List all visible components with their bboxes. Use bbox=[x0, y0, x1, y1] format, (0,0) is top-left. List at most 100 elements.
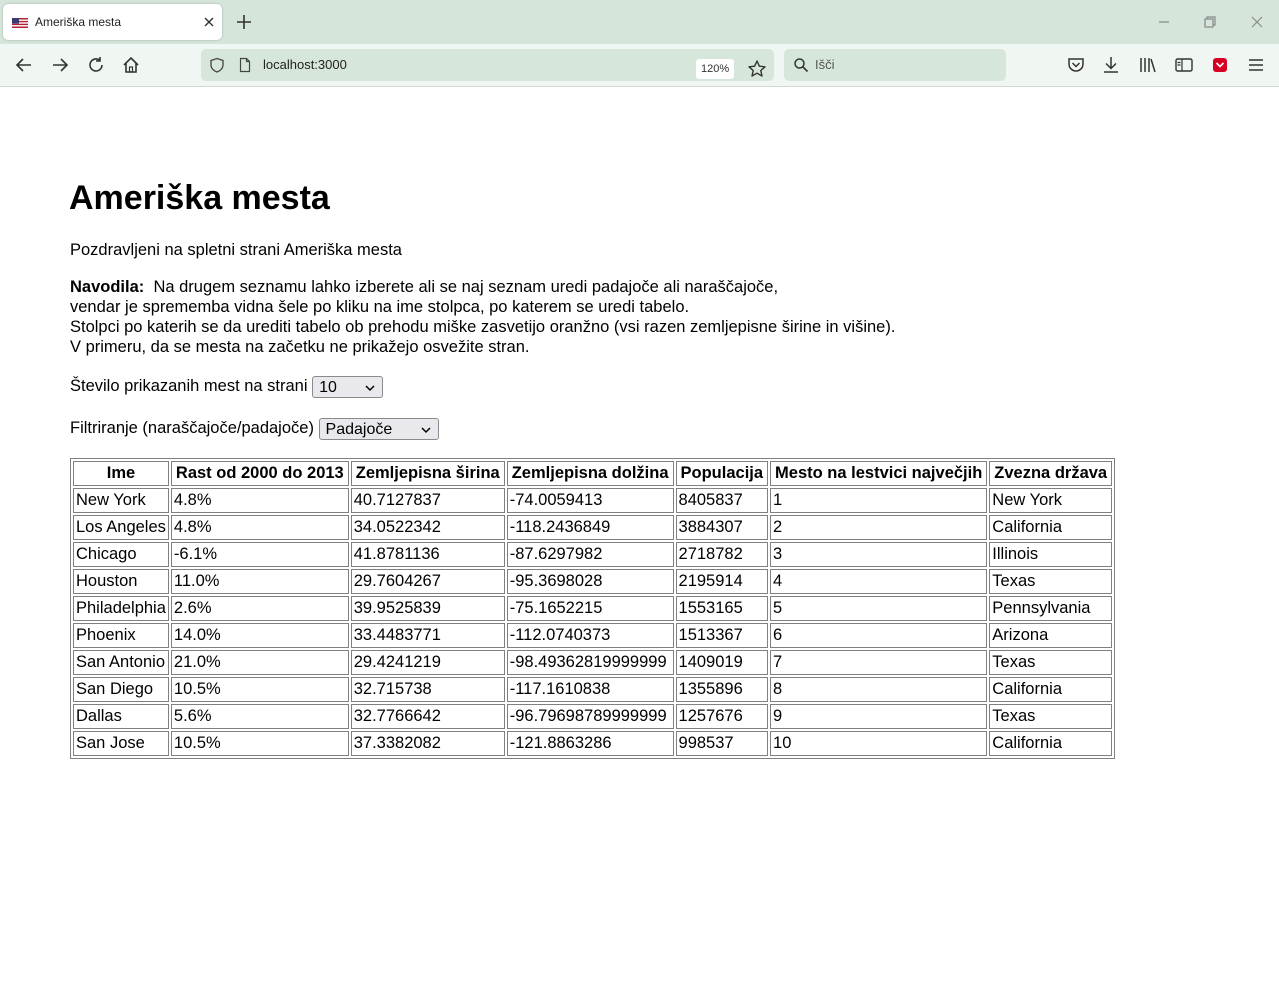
us-flag-icon bbox=[12, 18, 28, 28]
cell-latitude: 29.7604267 bbox=[350, 569, 505, 594]
instructions-line-2: vendar je sprememba vidna šele po kliku … bbox=[70, 298, 690, 316]
cell-state: California bbox=[989, 515, 1113, 540]
search-bar[interactable]: Išči bbox=[784, 49, 1006, 81]
table-body: New York 4.8% 40.7127837 -74.0059413 8405837… bbox=[73, 488, 1113, 756]
library-icon[interactable] bbox=[1137, 54, 1159, 76]
search-input[interactable]: Išči bbox=[815, 57, 835, 73]
cell-population: 1257676 bbox=[675, 704, 769, 729]
cell-growth: 14.0% bbox=[170, 623, 349, 648]
instructions-line-4: V primeru, da se mesta na začetku ne pri… bbox=[70, 338, 530, 356]
reload-icon[interactable] bbox=[85, 54, 107, 76]
cell-longitude: -95.3698028 bbox=[506, 569, 674, 594]
table-header-row: Ime Rast od 2000 do 2013 Zemljepisna šir… bbox=[73, 461, 1113, 486]
cell-growth: 4.8% bbox=[170, 515, 349, 540]
cell-latitude: 33.4483771 bbox=[350, 623, 505, 648]
cell-latitude: 32.715738 bbox=[350, 677, 505, 702]
table-row: Dallas 5.6% 32.7766642 -96.79698789999999 12… bbox=[73, 704, 1113, 729]
chevron-down-icon bbox=[365, 385, 375, 391]
cell-growth: 4.8% bbox=[170, 488, 349, 513]
cell-rank: 8 bbox=[770, 677, 988, 702]
per-page-value: 10 bbox=[319, 378, 337, 396]
browser-tab[interactable]: Ameriška mesta bbox=[3, 4, 222, 40]
table-row: San Antonio 21.0% 29.4241219 -98.4936281999… bbox=[73, 650, 1113, 675]
page-icon[interactable] bbox=[237, 57, 253, 73]
cell-rank: 10 bbox=[770, 731, 988, 756]
home-icon[interactable] bbox=[120, 54, 142, 76]
cell-latitude: 32.7766642 bbox=[350, 704, 505, 729]
cell-latitude: 39.9525839 bbox=[350, 596, 505, 621]
zoom-badge[interactable]: 120% bbox=[696, 59, 735, 79]
cell-state: Illinois bbox=[989, 542, 1113, 567]
welcome-text: Pozdravljeni na spletni strani Ameriška … bbox=[70, 241, 402, 259]
cell-longitude: -74.0059413 bbox=[506, 488, 674, 513]
instructions-label: Navodila: bbox=[70, 278, 145, 296]
cell-name: New York bbox=[73, 488, 169, 513]
url-text[interactable]: localhost:3000 bbox=[263, 57, 347, 73]
column-header-state[interactable]: Zvezna država bbox=[989, 461, 1113, 486]
url-bar[interactable]: localhost:3000 120% bbox=[201, 49, 774, 81]
cell-growth: 21.0% bbox=[170, 650, 349, 675]
extension-icon[interactable] bbox=[1209, 54, 1231, 76]
cell-growth: 10.5% bbox=[170, 731, 349, 756]
search-icon bbox=[794, 58, 809, 73]
shield-icon[interactable] bbox=[209, 57, 225, 73]
order-label: Filtriranje (naraščajoče/padajoče) bbox=[70, 419, 314, 437]
order-row: Filtriranje (naraščajoče/padajoče) Padaj… bbox=[70, 416, 439, 440]
pocket-icon[interactable] bbox=[1065, 54, 1087, 76]
cell-name: Phoenix bbox=[73, 623, 169, 648]
cell-state: Texas bbox=[989, 569, 1113, 594]
forward-icon[interactable] bbox=[49, 54, 71, 76]
cell-rank: 6 bbox=[770, 623, 988, 648]
cell-name: Philadelphia bbox=[73, 596, 169, 621]
cell-latitude: 29.4241219 bbox=[350, 650, 505, 675]
menu-icon[interactable] bbox=[1245, 54, 1267, 76]
cell-population: 8405837 bbox=[675, 488, 769, 513]
instructions: Navodila: Na drugem seznamu lahko izbere… bbox=[70, 277, 895, 357]
cell-population: 998537 bbox=[675, 731, 769, 756]
page-title: Ameriška mesta bbox=[69, 179, 330, 217]
cell-state: Pennsylvania bbox=[989, 596, 1113, 621]
column-header-rank[interactable]: Mesto na lestvici največjih bbox=[770, 461, 988, 486]
instructions-line-1: Na drugem seznamu lahko izberete ali se … bbox=[153, 278, 779, 296]
cell-longitude: -87.6297982 bbox=[506, 542, 674, 567]
table-row: Los Angeles 4.8% 34.0522342 -118.2436849 388… bbox=[73, 515, 1113, 540]
cell-state: Texas bbox=[989, 704, 1113, 729]
column-header-population[interactable]: Populacija bbox=[675, 461, 769, 486]
cell-longitude: -75.1652215 bbox=[506, 596, 674, 621]
cell-latitude: 34.0522342 bbox=[350, 515, 505, 540]
column-header-longitude[interactable]: Zemljepisna dolžina bbox=[506, 461, 674, 486]
close-tab-icon[interactable] bbox=[199, 12, 219, 32]
new-tab-icon[interactable] bbox=[233, 11, 255, 33]
cell-name: San Diego bbox=[73, 677, 169, 702]
cell-population: 1513367 bbox=[675, 623, 769, 648]
cell-name: Dallas bbox=[73, 704, 169, 729]
column-header-name[interactable]: Ime bbox=[73, 461, 169, 486]
cell-population: 1409019 bbox=[675, 650, 769, 675]
order-select[interactable]: Padajoče bbox=[318, 417, 439, 440]
table-row: Houston 11.0% 29.7604267 -95.3698028 2195914… bbox=[73, 569, 1113, 594]
cell-longitude: -117.1610838 bbox=[506, 677, 674, 702]
back-icon[interactable] bbox=[13, 54, 35, 76]
cell-population: 2195914 bbox=[675, 569, 769, 594]
cell-longitude: -112.0740373 bbox=[506, 623, 674, 648]
cell-state: Texas bbox=[989, 650, 1113, 675]
close-window-icon[interactable] bbox=[1247, 12, 1267, 32]
cell-state: New York bbox=[989, 488, 1113, 513]
cell-longitude: -96.79698789999999 bbox=[506, 704, 674, 729]
column-header-latitude[interactable]: Zemljepisna širina bbox=[350, 461, 505, 486]
sidebar-icon[interactable] bbox=[1173, 54, 1195, 76]
cell-state: California bbox=[989, 677, 1113, 702]
cities-table: Ime Rast od 2000 do 2013 Zemljepisna šir… bbox=[70, 458, 1116, 759]
per-page-select[interactable]: 10 bbox=[312, 375, 384, 398]
cell-state: California bbox=[989, 731, 1113, 756]
restore-icon[interactable] bbox=[1200, 12, 1220, 32]
nav-bar: localhost:3000 120% Išči bbox=[0, 44, 1279, 87]
cell-name: Los Angeles bbox=[73, 515, 169, 540]
per-page-row: Število prikazanih mest na strani 10 bbox=[70, 374, 384, 398]
downloads-icon[interactable] bbox=[1100, 54, 1122, 76]
column-header-growth[interactable]: Rast od 2000 do 2013 bbox=[170, 461, 349, 486]
cell-growth: 11.0% bbox=[170, 569, 349, 594]
table-row: Phoenix 14.0% 33.4483771 -112.0740373 151336… bbox=[73, 623, 1113, 648]
bookmark-star-icon[interactable] bbox=[746, 58, 768, 80]
minimize-icon[interactable] bbox=[1154, 12, 1174, 32]
